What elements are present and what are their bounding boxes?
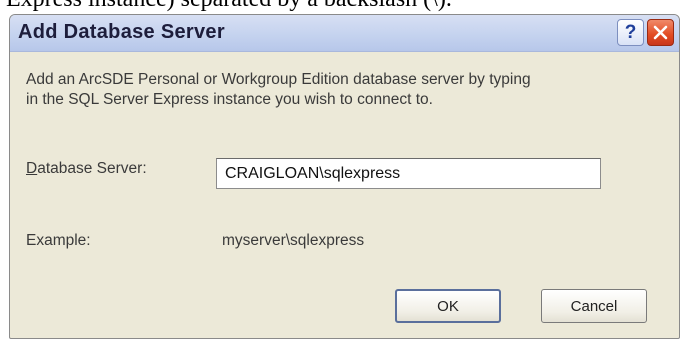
help-icon: ? xyxy=(624,21,637,43)
ok-button[interactable]: OK xyxy=(395,289,501,323)
example-label: Example: xyxy=(26,232,91,249)
database-server-label: Database Server: xyxy=(26,160,147,178)
cancel-button[interactable]: Cancel xyxy=(541,289,647,323)
close-icon xyxy=(653,25,668,40)
document-caption-fragment: Express instance) separated by a backsla… xyxy=(6,0,452,13)
description-line-2: in the SQL Server Express instance you w… xyxy=(26,91,433,108)
help-button[interactable]: ? xyxy=(617,19,644,46)
dialog-title: Add Database Server xyxy=(18,21,225,43)
close-button[interactable] xyxy=(647,19,674,46)
description-line-1: Add an ArcSDE Personal or Workgroup Edit… xyxy=(26,71,531,88)
access-key-letter: D xyxy=(26,160,38,177)
screenshot-canvas: Express instance) separated by a backsla… xyxy=(0,0,689,347)
dialog-titlebar[interactable]: Add Database Server ? xyxy=(10,15,679,52)
add-database-server-dialog: Add Database Server ? Add an ArcSDE Pers… xyxy=(9,14,680,339)
database-server-label-text: atabase Server: xyxy=(37,160,147,177)
database-server-input[interactable] xyxy=(216,158,601,189)
example-value: myserver\sqlexpress xyxy=(222,232,365,249)
